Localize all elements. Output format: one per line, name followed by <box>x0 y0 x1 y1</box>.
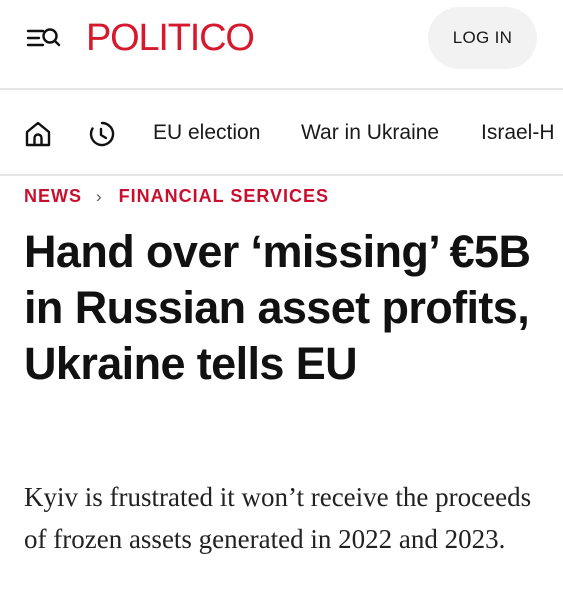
nav-link-israel[interactable]: Israel-H <box>481 118 555 148</box>
recent-clock-icon[interactable] <box>88 120 116 148</box>
breadcrumb-financial-services-link[interactable]: FINANCIAL SERVICES <box>119 186 329 206</box>
breadcrumb-news-link[interactable]: NEWS <box>24 186 82 206</box>
login-button[interactable]: LOG IN <box>428 7 537 69</box>
menu-search-icon[interactable] <box>24 24 64 52</box>
header-divider <box>0 88 563 90</box>
site-header: POLITICO LOG IN <box>0 0 563 90</box>
breadcrumb: NEWS › FINANCIAL SERVICES <box>24 184 329 208</box>
article-headline: Hand over ‘missing’ €5B in Russian asset… <box>24 226 531 389</box>
nav-divider <box>0 174 563 176</box>
nav-link-eu-election[interactable]: EU election <box>153 118 260 148</box>
home-icon[interactable] <box>24 120 52 148</box>
breadcrumb-chevron-icon: › <box>96 187 103 206</box>
nav-link-war-in-ukraine[interactable]: War in Ukraine <box>301 118 439 148</box>
article-dek: Kyiv is frustrated it won’t receive the … <box>24 482 532 554</box>
politico-logo[interactable]: POLITICO <box>86 14 255 62</box>
topic-nav: EU election War in Ukraine Israel-H <box>0 92 563 174</box>
